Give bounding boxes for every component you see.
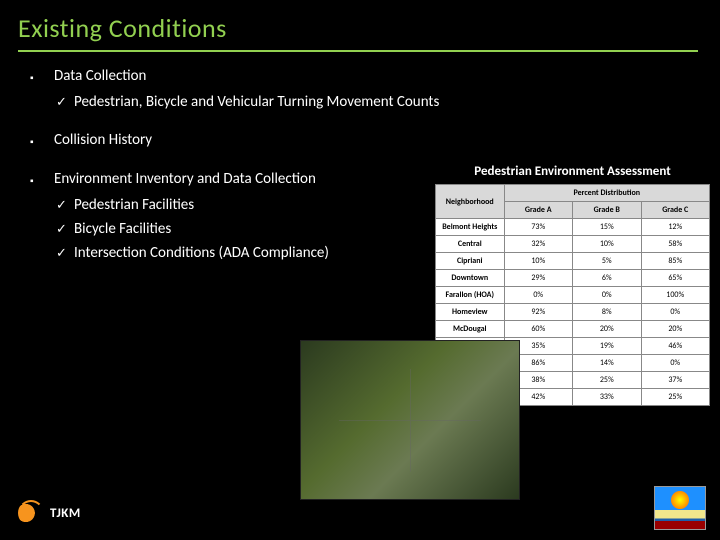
city-of-belmont-logo xyxy=(654,486,706,530)
table-cell: McDougal xyxy=(436,321,505,338)
table-cell: 92% xyxy=(504,304,573,321)
table-row: Downtown29%6%65% xyxy=(436,270,710,287)
table-cell: 46% xyxy=(641,338,710,355)
title-underline xyxy=(18,50,698,52)
table-cell: 100% xyxy=(641,287,710,304)
table-cell: 29% xyxy=(504,270,573,287)
table-cell: 0% xyxy=(573,287,642,304)
table-cell: 37% xyxy=(641,372,710,389)
table-cell: 58% xyxy=(641,236,710,253)
table-cell: 5% xyxy=(573,253,642,270)
table-cell: 73% xyxy=(504,219,573,236)
table-row: Central32%10%58% xyxy=(436,236,710,253)
table-cell: 32% xyxy=(504,236,573,253)
table-cell: 85% xyxy=(641,253,710,270)
table-cell: 25% xyxy=(573,372,642,389)
table-cell: 20% xyxy=(641,321,710,338)
slide-title: Existing Conditions xyxy=(0,0,720,50)
table-cell: Central xyxy=(436,236,505,253)
table-cell: Cipriani xyxy=(436,253,505,270)
bullet-collision-history: Collision History xyxy=(42,130,720,152)
table-cell: 10% xyxy=(573,236,642,253)
table-cell: Belmont Heights xyxy=(436,219,505,236)
table-row: Belmont Heights73%15%12% xyxy=(436,219,710,236)
intersection-aerial-image xyxy=(300,340,520,500)
table-cell: 65% xyxy=(641,270,710,287)
tjkm-swirl-icon xyxy=(18,500,44,526)
table-row: McDougal60%20%20% xyxy=(436,321,710,338)
table-cell: 10% xyxy=(504,253,573,270)
table-cell: 8% xyxy=(573,304,642,321)
table-cell: 33% xyxy=(573,389,642,406)
table-cell: 6% xyxy=(573,270,642,287)
table-cell: 19% xyxy=(573,338,642,355)
bullet-data-collection: Data Collection xyxy=(42,66,720,88)
table-cell: 12% xyxy=(641,219,710,236)
th-neighborhood: Neighborhood xyxy=(436,185,505,219)
table-row: Homeview92%8%0% xyxy=(436,304,710,321)
th-grade-a: Grade A xyxy=(504,202,573,219)
table-cell: 20% xyxy=(573,321,642,338)
sun-icon xyxy=(671,491,689,509)
table-cell: 0% xyxy=(641,355,710,372)
table-cell: 14% xyxy=(573,355,642,372)
table-cell: 0% xyxy=(641,304,710,321)
table-cell: 60% xyxy=(504,321,573,338)
table-cell: 0% xyxy=(504,287,573,304)
th-percent-dist: Percent Distribution xyxy=(504,185,710,202)
sub-ped-bike-vehicular: Pedestrian, Bicycle and Vehicular Turnin… xyxy=(42,92,720,114)
tjkm-logo-text: TJKM xyxy=(50,506,81,521)
th-grade-c: Grade C xyxy=(641,202,710,219)
th-grade-b: Grade B xyxy=(573,202,642,219)
tjkm-logo: TJKM xyxy=(18,500,81,526)
table-row: Cipriani10%5%85% xyxy=(436,253,710,270)
table-heading: Pedestrian Environment Assessment xyxy=(435,164,710,179)
table-cell: 25% xyxy=(641,389,710,406)
table-row: Farallon (HOA)0%0%100% xyxy=(436,287,710,304)
table-cell: 15% xyxy=(573,219,642,236)
table-cell: Downtown xyxy=(436,270,505,287)
table-cell: Homeview xyxy=(436,304,505,321)
table-cell: Farallon (HOA) xyxy=(436,287,505,304)
